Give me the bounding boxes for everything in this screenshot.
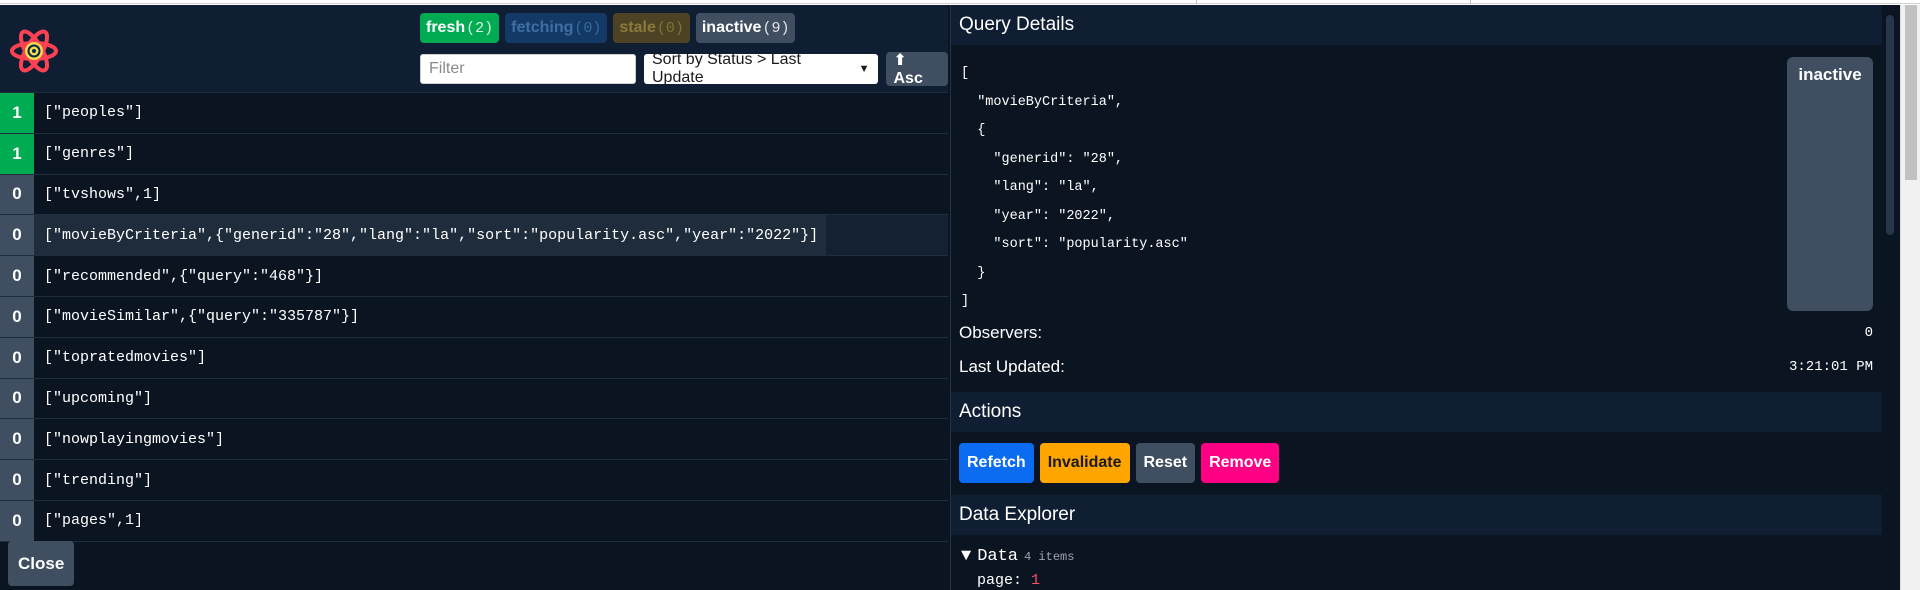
badge-label: fresh: [426, 19, 466, 36]
query-row[interactable]: 0 ["topratedmovies"]: [0, 337, 948, 379]
query-status-badge: inactive: [1787, 57, 1873, 311]
query-details-pane: Query Details [ "movieByCriteria", { "ge…: [950, 5, 1883, 590]
query-row[interactable]: 1 ["genres"]: [0, 133, 948, 175]
fresh-badge: fresh (2): [420, 13, 500, 43]
query-key: ["movieSimilar",{"query":"335787"}]: [44, 308, 360, 326]
page-divider: [1196, 0, 1197, 4]
observers-row: Observers: 0: [959, 323, 1873, 343]
status-badges: fresh (2) fetching (0) stale (0) inactive (9…: [420, 13, 796, 43]
refetch-button[interactable]: Refetch: [959, 443, 1034, 483]
details-scrollbar-thumb[interactable]: [1886, 15, 1894, 235]
observer-count-badge: 0: [0, 419, 34, 460]
observer-count-badge: 1: [0, 133, 34, 174]
fetching-badge: fetching (0): [505, 13, 608, 43]
actions-heading: Actions: [951, 392, 1883, 432]
observer-count-badge: 0: [0, 215, 34, 256]
query-key: ["peoples"]: [44, 104, 144, 122]
badge-count: (0): [656, 19, 684, 37]
observer-count-badge: 0: [0, 378, 34, 419]
actions-bar: Refetch Invalidate Reset Remove: [959, 443, 1280, 483]
query-key: ["movieByCriteria",{"generid":"28","lang…: [34, 215, 827, 256]
query-details-heading: Query Details: [951, 5, 1883, 45]
page-scrollbar[interactable]: [1900, 5, 1920, 590]
query-key: ["upcoming"]: [44, 389, 153, 407]
chevron-down-icon: ▼: [858, 63, 870, 75]
data-root-count: 4 items: [1024, 550, 1075, 564]
remove-button[interactable]: Remove: [1201, 443, 1280, 483]
badge-count: (0): [574, 19, 602, 37]
query-key: ["genres"]: [44, 145, 135, 163]
data-explorer-entry: page: 1: [961, 572, 1074, 589]
entry-key: page:: [977, 572, 1023, 589]
inactive-badge: inactive (9): [695, 13, 796, 43]
observer-count-badge: 1: [0, 93, 34, 133]
details-scrollbar[interactable]: [1882, 5, 1900, 590]
badge-count: (9): [762, 19, 790, 37]
query-row[interactable]: 0 ["nowplayingmovies"]: [0, 419, 948, 461]
observers-label: Observers:: [959, 323, 1043, 342]
react-query-devtools-panel: fresh (2) fetching (0) stale (0) inactive (9…: [0, 5, 1900, 590]
query-key: ["topratedmovies"]: [44, 349, 207, 367]
triangle-down-icon[interactable]: ▼: [961, 547, 971, 566]
sort-select[interactable]: Sort by Status > Last Update ▼: [644, 51, 878, 86]
observer-count-badge: 0: [0, 460, 34, 500]
filter-input[interactable]: [420, 54, 636, 84]
query-row[interactable]: 0 ["trending"]: [0, 460, 948, 501]
badge-count: (2): [466, 19, 494, 37]
query-row[interactable]: 0 ["tvshows",1]: [0, 174, 948, 216]
query-list: 1 ["peoples"] 1 ["genres"] 0 ["tvshows",1] 0 ["…: [0, 93, 948, 542]
data-explorer-heading: Data Explorer: [951, 495, 1883, 535]
query-row[interactable]: 0 ["pages",1]: [0, 500, 948, 542]
reset-button[interactable]: Reset: [1135, 443, 1196, 483]
query-key: ["trending"]: [44, 471, 153, 489]
last-updated-value: 3:21:01 PM: [1788, 359, 1873, 375]
query-key: ["tvshows",1]: [44, 185, 162, 203]
query-list-pane: fresh (2) fetching (0) stale (0) inactive (9…: [0, 5, 948, 590]
list-controls: Sort by Status > Last Update ▼ ⬆ Asc: [420, 51, 948, 87]
query-row[interactable]: 1 ["peoples"]: [0, 93, 948, 134]
close-button[interactable]: Close: [8, 541, 75, 586]
page-scrollbar-thumb[interactable]: [1905, 5, 1917, 180]
query-row[interactable]: 0 ["movieSimilar",{"query":"335787"}]: [0, 296, 948, 338]
query-row[interactable]: 0 ["upcoming"]: [0, 378, 948, 420]
observer-count-badge: 0: [0, 256, 34, 296]
observer-count-badge: 0: [0, 337, 34, 378]
data-root-label: Data: [977, 547, 1019, 566]
sort-select-value: Sort by Status > Last Update: [652, 51, 801, 86]
badge-label: fetching: [511, 19, 574, 36]
badge-label: inactive: [701, 19, 762, 36]
last-updated-label: Last Updated:: [959, 357, 1065, 376]
last-updated-row: Last Updated: 3:21:01 PM: [959, 357, 1873, 377]
observer-count-badge: 0: [0, 296, 34, 337]
query-key: ["recommended",{"query":"468"}]: [44, 267, 324, 285]
query-key: ["pages",1]: [44, 512, 144, 530]
observers-value: 0: [1864, 325, 1873, 341]
query-list-header: fresh (2) fetching (0) stale (0) inactive (9…: [0, 5, 948, 93]
query-row[interactable]: 0 ["movieByCriteria",{"generid":"28","lan…: [0, 215, 948, 257]
stale-badge: stale (0): [613, 13, 690, 43]
observer-count-badge: 0: [0, 500, 34, 541]
page-top-edge: [0, 0, 1920, 4]
query-key: ["nowplayingmovies"]: [44, 430, 225, 448]
react-query-logo-icon[interactable]: [8, 25, 60, 77]
data-explorer: ▼ Data 4 items page: 1: [961, 547, 1074, 589]
sort-direction-button[interactable]: ⬆ Asc: [885, 52, 948, 87]
data-explorer-root[interactable]: ▼ Data 4 items: [961, 547, 1074, 566]
observer-count-badge: 0: [0, 174, 34, 215]
badge-label: stale: [619, 19, 656, 36]
query-key-json: [ "movieByCriteria", { "generid": "28", …: [961, 66, 1188, 309]
page-divider: [1470, 0, 1471, 4]
query-row[interactable]: 0 ["recommended",{"query":"468"}]: [0, 256, 948, 297]
invalidate-button[interactable]: Invalidate: [1039, 443, 1130, 483]
entry-value: 1: [1031, 572, 1041, 589]
